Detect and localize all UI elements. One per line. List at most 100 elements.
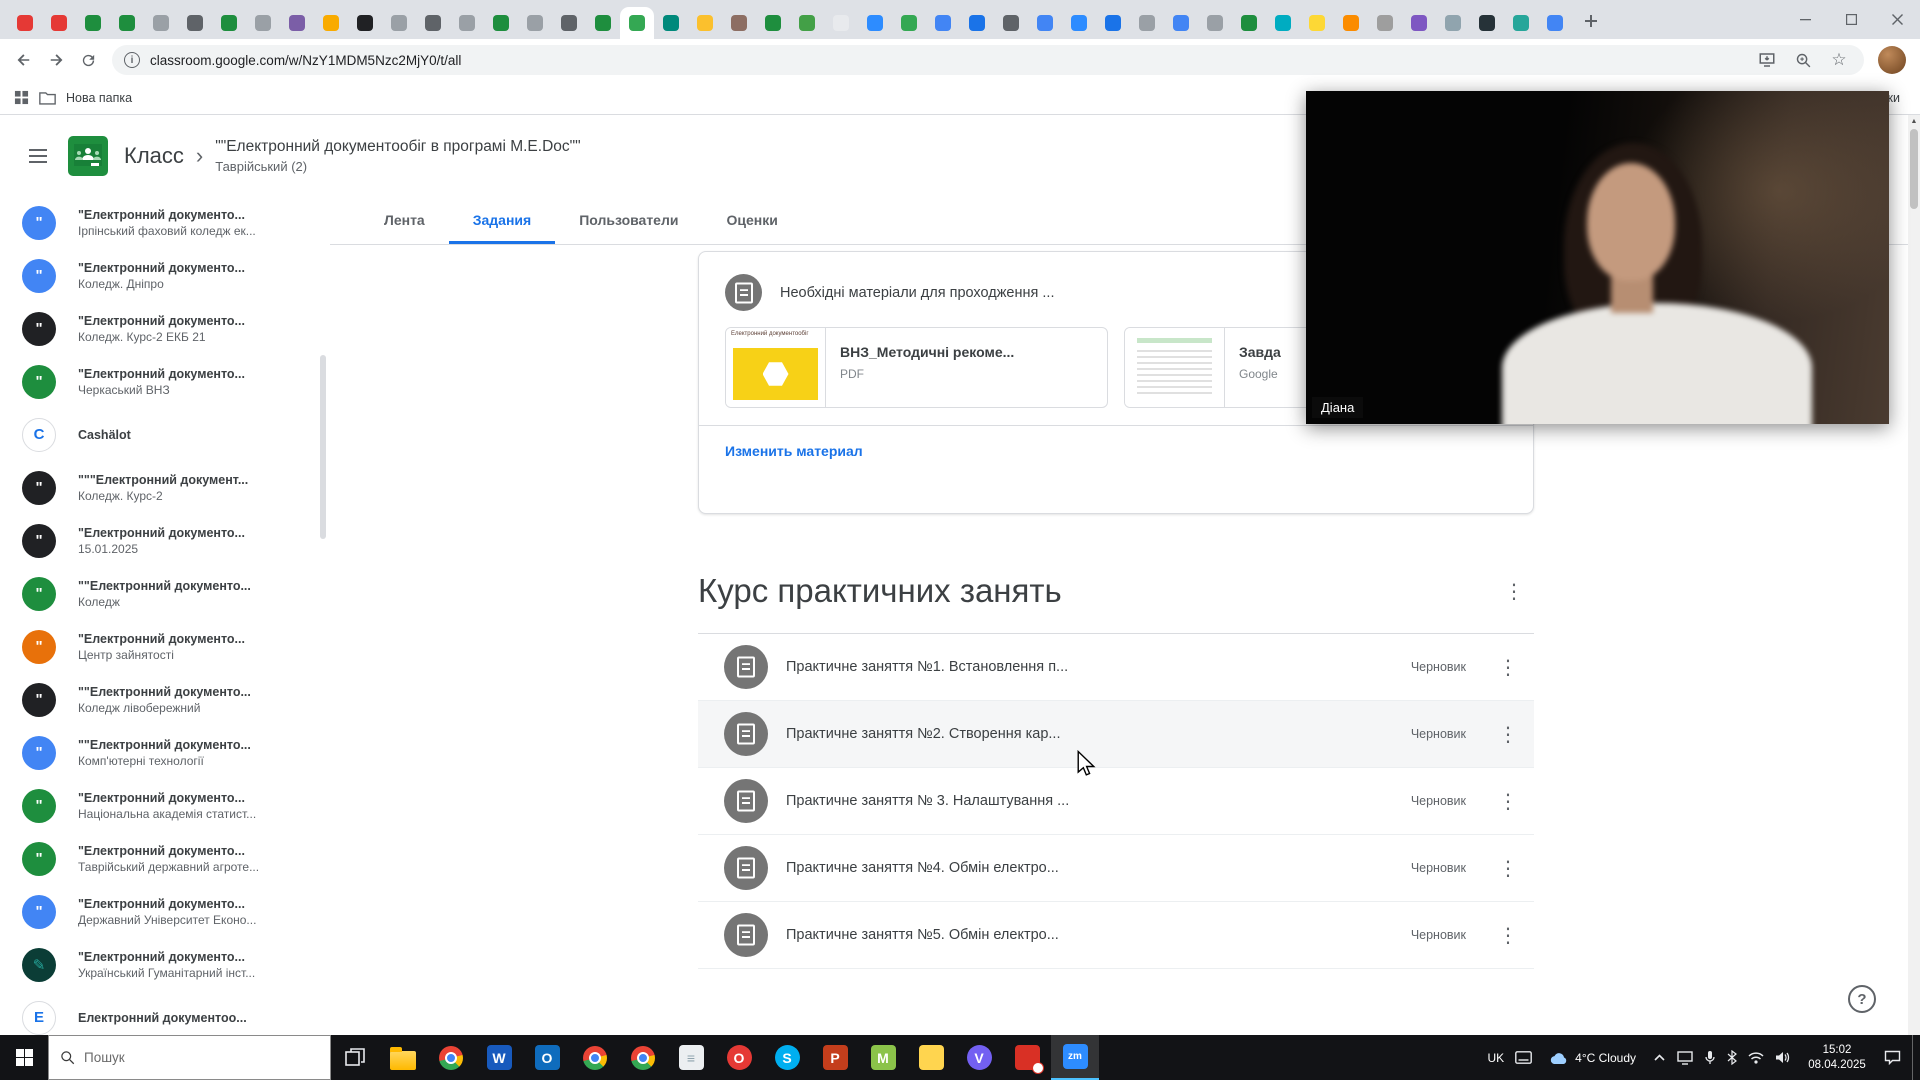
topic-menu-button[interactable]: ⋮ [1494,571,1534,611]
minimize-button[interactable] [1782,0,1828,39]
forward-button[interactable] [40,44,72,76]
assignment-menu-button[interactable]: ⋮ [1488,915,1528,955]
breadcrumb[interactable]: Класс [124,143,184,169]
back-button[interactable] [8,44,40,76]
browser-tab[interactable] [348,7,382,39]
file-explorer-taskbar-icon[interactable] [379,1035,427,1080]
sidebar-course-item[interactable]: ""Електронний документо...Черкаський ВНЗ [0,355,330,408]
url-text[interactable]: classroom.google.com/w/NzY1MDM5Nzc2MjY0/… [150,53,1744,68]
tab-grades[interactable]: Оценки [702,196,801,244]
taskbar-clock[interactable]: 15:02 08.04.2025 [1801,1043,1873,1073]
browser-tab[interactable] [246,7,280,39]
browser-tab[interactable] [1402,7,1436,39]
browser-tab[interactable] [144,7,178,39]
browser-tab[interactable] [994,7,1028,39]
browser-tab[interactable] [110,7,144,39]
maximize-button[interactable] [1828,0,1874,39]
chrome-profile-taskbar-icon[interactable] [619,1035,667,1080]
tab-people[interactable]: Пользователи [555,196,702,244]
browser-tab[interactable] [586,7,620,39]
browser-tab[interactable] [1198,7,1232,39]
browser-tab[interactable] [722,7,756,39]
sidebar-course-item[interactable]: CCashälot [0,408,330,461]
browser-tab[interactable] [1130,7,1164,39]
browser-tab[interactable] [1300,7,1334,39]
chrome-taskbar-icon[interactable] [571,1035,619,1080]
sidebar-course-item[interactable]: ""Електронний документо...15.01.2025 [0,514,330,567]
new-tab-button[interactable] [1578,8,1604,34]
assignment-menu-button[interactable]: ⋮ [1488,647,1528,687]
outlook-taskbar-icon[interactable]: O [523,1035,571,1080]
sidebar-course-item[interactable]: """Електронний документо...Комп'ютерні т… [0,726,330,779]
attachment-pdf[interactable]: Електронний документообіг ВНЗ_Методичні … [725,327,1108,408]
browser-tab[interactable] [1164,7,1198,39]
browser-tab[interactable] [178,7,212,39]
assignment-row[interactable]: Практичне заняття №5. Обмін електро... Ч… [698,902,1534,969]
site-info-icon[interactable]: i [124,52,140,68]
browser-tab[interactable] [1470,7,1504,39]
skype-taskbar-icon[interactable]: S [763,1035,811,1080]
browser-tab[interactable] [926,7,960,39]
keyboard-icon[interactable] [1515,1051,1532,1064]
sidebar-course-item[interactable]: EЕлектронний документоо... [0,991,330,1035]
tab-stream[interactable]: Лента [360,196,449,244]
taskbar-search[interactable]: Пошук [48,1035,331,1080]
network-tray-icon[interactable] [1748,1051,1764,1064]
sidebar-course-item[interactable]: ""Електронний документо...Ірпінський фах… [0,196,330,249]
browser-tab[interactable] [518,7,552,39]
assignment-menu-button[interactable]: ⋮ [1488,714,1528,754]
sidebar-course-item[interactable]: """Електронний документо...Коледж [0,567,330,620]
edge-browser-taskbar-icon[interactable] [427,1035,475,1080]
assignment-row[interactable]: Практичне заняття №4. Обмін електро... Ч… [698,835,1534,902]
browser-tab[interactable] [314,7,348,39]
browser-tab[interactable] [824,7,858,39]
powerpoint-taskbar-icon[interactable]: P [811,1035,859,1080]
assignment-row[interactable]: Практичне заняття № 3. Налаштування ... … [698,768,1534,835]
viber-taskbar-icon[interactable]: V [955,1035,1003,1080]
assignment-menu-button[interactable]: ⋮ [1488,781,1528,821]
sticky-notes-taskbar-icon[interactable] [907,1035,955,1080]
sidebar-course-item[interactable]: ""Електронний документо...Таврійський де… [0,832,330,885]
word-taskbar-icon[interactable]: W [475,1035,523,1080]
zoom-page-icon[interactable] [1790,47,1816,73]
browser-tab[interactable] [1232,7,1266,39]
tab-classwork[interactable]: Задания [449,196,555,244]
browser-tab[interactable] [1062,7,1096,39]
webcam-video-overlay[interactable]: Діана [1306,91,1889,424]
material-title[interactable]: Необхідні матеріали для проходження ... [780,285,1054,301]
browser-tab[interactable] [960,7,994,39]
bookmark-folder[interactable]: Нова папка [66,91,132,105]
zoom-taskbar-icon[interactable]: zm [1051,1035,1099,1080]
assignment-row[interactable]: Практичне заняття №2. Створення кар... Ч… [698,701,1534,768]
browser-tab[interactable] [892,7,926,39]
install-icon[interactable] [1754,47,1780,73]
browser-tab[interactable] [76,7,110,39]
address-bar[interactable]: i classroom.google.com/w/NzY1MDM5Nzc2MjY… [112,45,1864,75]
bookmark-star-icon[interactable]: ☆ [1826,47,1852,73]
browser-tab[interactable] [756,7,790,39]
medoc-taskbar-icon[interactable]: M [859,1035,907,1080]
action-center-icon[interactable] [1884,1050,1901,1065]
assignment-menu-button[interactable]: ⋮ [1488,848,1528,888]
browser-tab[interactable] [450,7,484,39]
browser-tab[interactable] [620,7,654,39]
sidebar-course-item[interactable]: """"Електронний документ...Коледж. Курс-… [0,461,330,514]
browser-tab[interactable] [1368,7,1402,39]
browser-tab[interactable] [8,7,42,39]
browser-tab[interactable] [1096,7,1130,39]
page-scrollbar[interactable]: ▲ [1908,115,1920,1035]
browser-tab[interactable] [1436,7,1470,39]
browser-tab[interactable] [552,7,586,39]
browser-tab[interactable] [790,7,824,39]
sidebar-course-item[interactable]: ""Електронний документо...Державний Унів… [0,885,330,938]
page-title[interactable]: ""Електронний документообіг в програмі M… [215,138,580,156]
language-indicator[interactable]: UK [1488,1051,1505,1065]
scrollbar-thumb[interactable] [1910,129,1918,209]
browser-tab[interactable] [1266,7,1300,39]
sidebar-course-item[interactable]: ""Електронний документо...Національна ак… [0,779,330,832]
opera-taskbar-icon[interactable]: O [715,1035,763,1080]
browser-tab[interactable] [280,7,314,39]
scroll-up-arrow[interactable]: ▲ [1908,115,1920,128]
browser-tab[interactable] [416,7,450,39]
sidebar-course-item[interactable]: ""Електронний документо...Центр зайнятос… [0,620,330,673]
